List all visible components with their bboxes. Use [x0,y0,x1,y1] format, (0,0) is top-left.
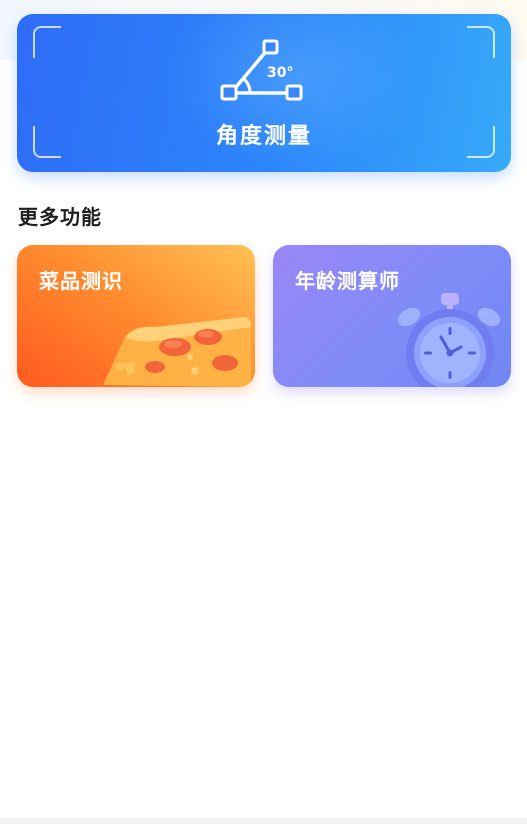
age-estimator-card[interactable]: 年龄测算师 [273,245,511,387]
food-recognition-label: 菜品测识 [39,269,123,293]
alarm-clock-icon [397,293,501,387]
bottom-divider [0,818,527,824]
corner-bracket-top-left [33,26,61,58]
angle-measure-icon: 30° [220,39,303,101]
angle-value-label: 30° [267,65,293,81]
section-title-more-features: 更多功能 [18,205,102,229]
angle-measure-card[interactable]: 30° 角度测量 [17,14,511,172]
food-recognition-card[interactable]: 菜品测识 [17,245,255,387]
corner-bracket-top-right [467,26,495,58]
pizza-icon [103,317,251,387]
hero-title: 角度测量 [215,124,312,149]
